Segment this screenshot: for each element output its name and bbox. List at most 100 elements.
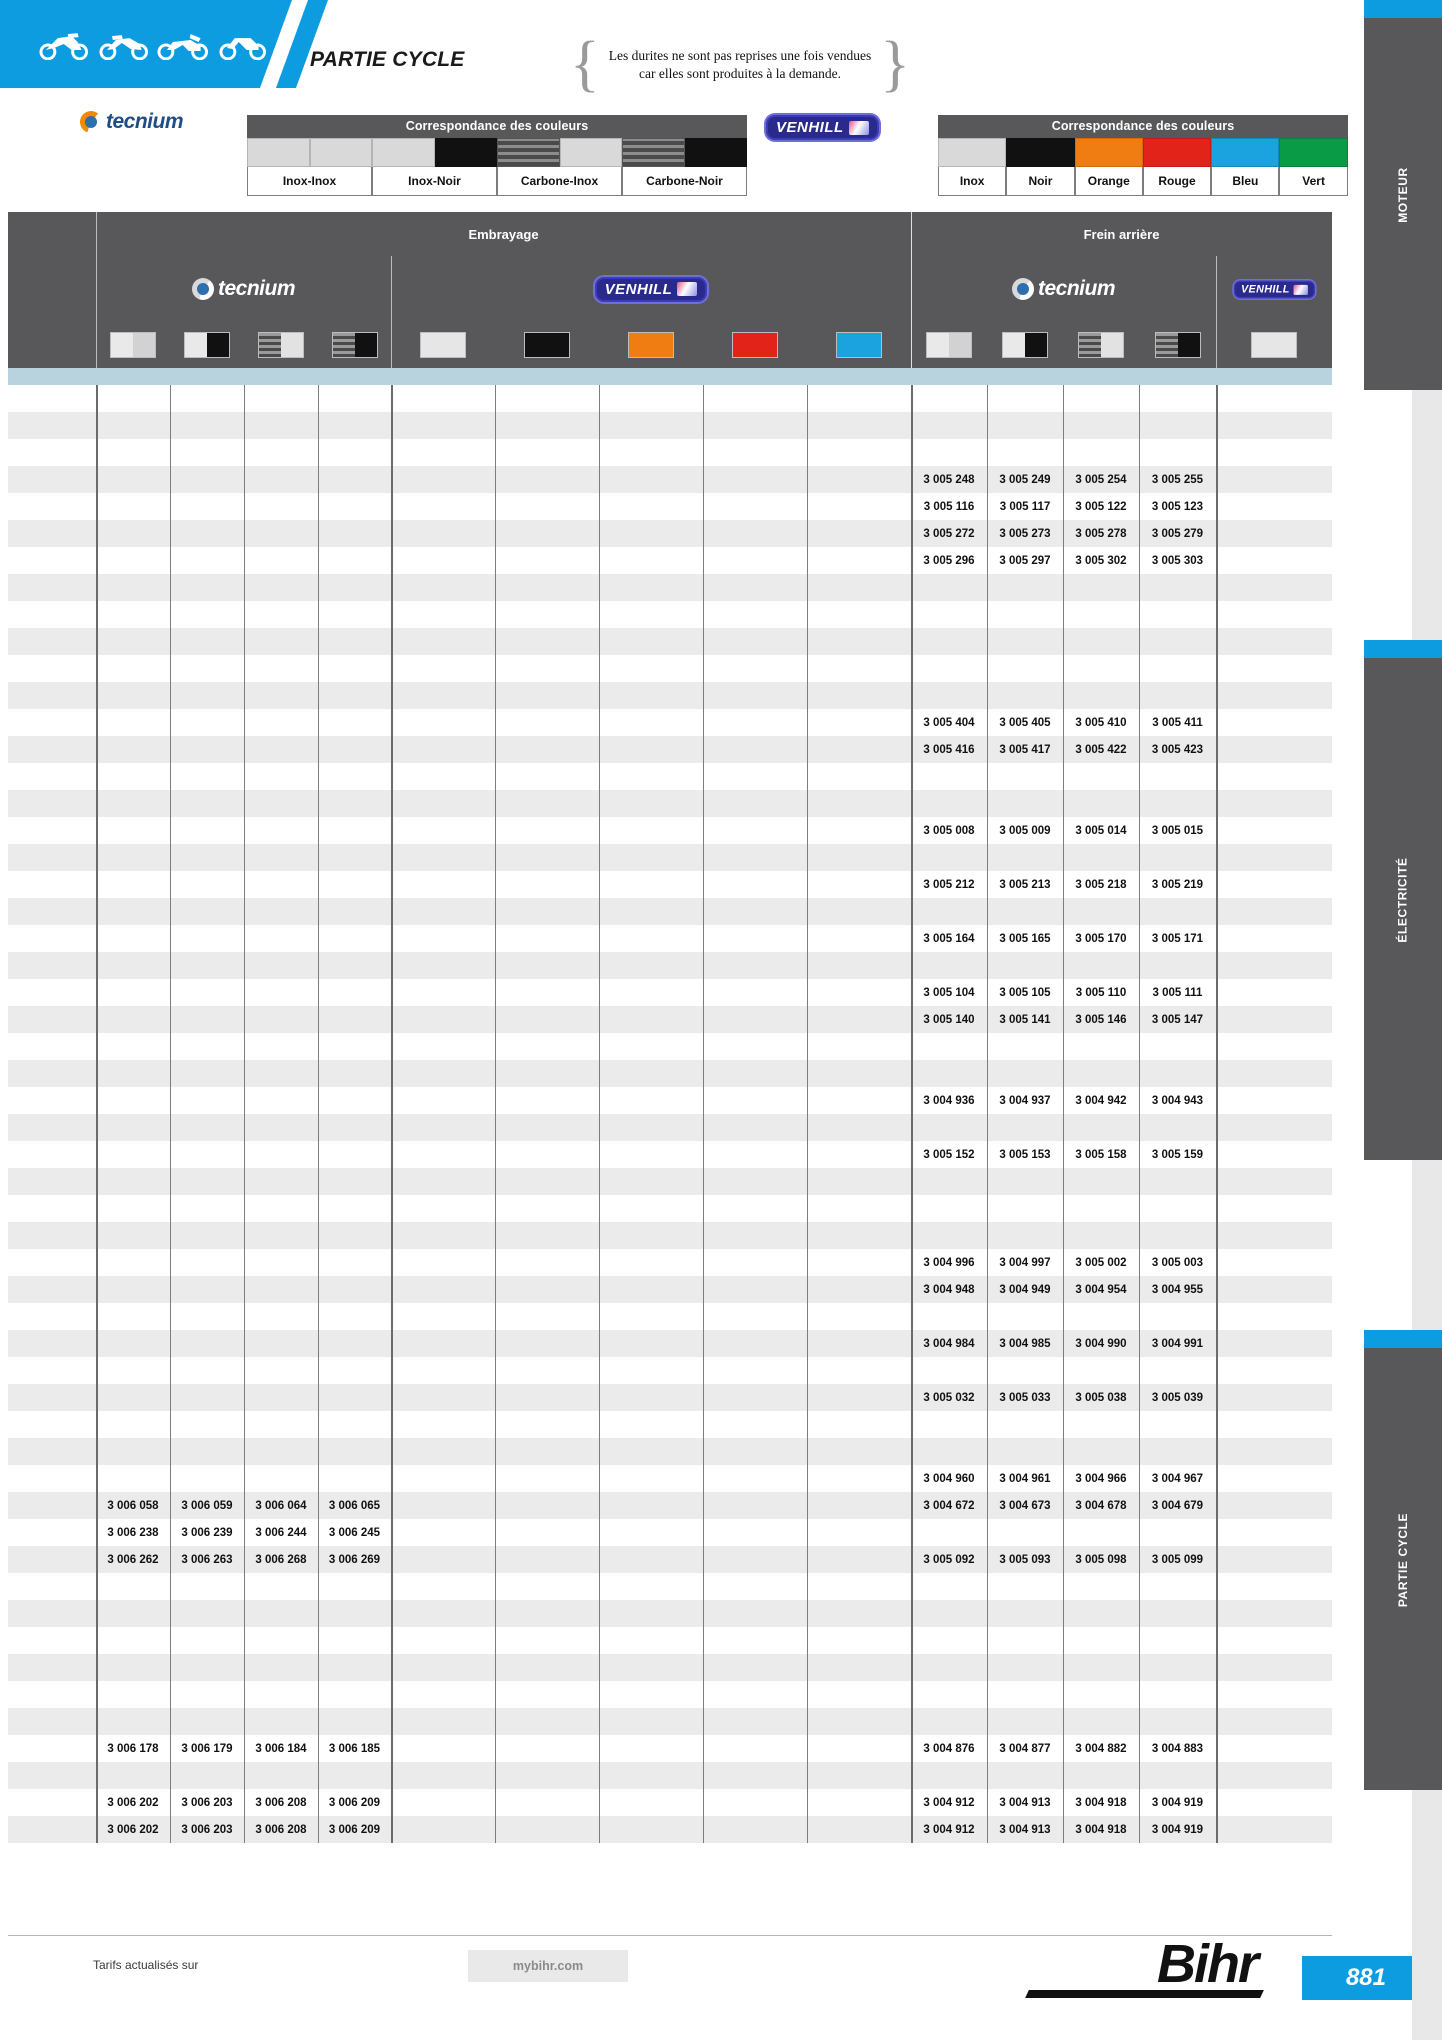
part-number-cell[interactable]: 3 005 219	[1139, 871, 1216, 898]
part-number-cell[interactable]: 3 004 912	[911, 1816, 987, 1843]
part-number-cell[interactable]: 3 005 008	[911, 817, 987, 844]
part-number-cell[interactable]: 3 005 038	[1063, 1384, 1139, 1411]
part-number-cell[interactable]: 3 004 966	[1063, 1465, 1139, 1492]
part-number-cell[interactable]: 3 005 410	[1063, 709, 1139, 736]
part-number-cell[interactable]: 3 004 912	[911, 1789, 987, 1816]
part-number-cell[interactable]: 3 004 949	[987, 1276, 1063, 1303]
part-number-cell[interactable]: 3 004 948	[911, 1276, 987, 1303]
part-number-cell[interactable]: 3 005 254	[1063, 466, 1139, 493]
part-number-cell[interactable]: 3 005 014	[1063, 817, 1139, 844]
part-number-cell[interactable]: 3 005 140	[911, 1006, 987, 1033]
part-number-cell[interactable]: 3 004 877	[987, 1735, 1063, 1762]
part-number-cell[interactable]: 3 004 943	[1139, 1087, 1216, 1114]
part-number-cell[interactable]: 3 005 416	[911, 736, 987, 763]
part-number-cell[interactable]: 3 005 117	[987, 493, 1063, 520]
part-number-cell[interactable]: 3 006 209	[318, 1789, 391, 1816]
part-number-cell[interactable]: 3 005 015	[1139, 817, 1216, 844]
part-number-cell[interactable]: 3 006 269	[318, 1546, 391, 1573]
part-number-cell[interactable]: 3 005 404	[911, 709, 987, 736]
part-number-cell[interactable]: 3 005 423	[1139, 736, 1216, 763]
part-number-cell[interactable]: 3 006 244	[244, 1519, 318, 1546]
side-tab-moteur[interactable]: MOTEUR	[1364, 0, 1442, 390]
part-number-cell[interactable]: 3 006 203	[170, 1816, 244, 1843]
part-number-cell[interactable]: 3 004 937	[987, 1087, 1063, 1114]
part-number-cell[interactable]: 3 005 272	[911, 520, 987, 547]
part-number-cell[interactable]: 3 004 942	[1063, 1087, 1139, 1114]
part-number-cell[interactable]: 3 005 152	[911, 1141, 987, 1168]
part-number-cell[interactable]: 3 005 171	[1139, 925, 1216, 952]
part-number-cell[interactable]: 3 005 158	[1063, 1141, 1139, 1168]
part-number-cell[interactable]: 3 005 146	[1063, 1006, 1139, 1033]
side-tab-electricite[interactable]: ÉLECTRICITÉ	[1364, 640, 1442, 1160]
part-number-cell[interactable]: 3 004 673	[987, 1492, 1063, 1519]
part-number-cell[interactable]: 3 005 213	[987, 871, 1063, 898]
part-number-cell[interactable]: 3 004 990	[1063, 1330, 1139, 1357]
side-tab-partie-cycle[interactable]: PARTIE CYCLE	[1364, 1330, 1442, 1790]
part-number-cell[interactable]: 3 005 297	[987, 547, 1063, 574]
part-number-cell[interactable]: 3 004 918	[1063, 1816, 1139, 1843]
part-number-cell[interactable]: 3 005 032	[911, 1384, 987, 1411]
part-number-cell[interactable]: 3 004 913	[987, 1816, 1063, 1843]
part-number-cell[interactable]: 3 005 411	[1139, 709, 1216, 736]
part-number-cell[interactable]: 3 005 003	[1139, 1249, 1216, 1276]
part-number-cell[interactable]: 3 004 955	[1139, 1276, 1216, 1303]
part-number-cell[interactable]: 3 004 961	[987, 1465, 1063, 1492]
part-number-cell[interactable]: 3 005 116	[911, 493, 987, 520]
part-number-cell[interactable]: 3 006 263	[170, 1546, 244, 1573]
part-number-cell[interactable]: 3 006 178	[96, 1735, 170, 1762]
part-number-cell[interactable]: 3 004 996	[911, 1249, 987, 1276]
part-number-cell[interactable]: 3 005 170	[1063, 925, 1139, 952]
part-number-cell[interactable]: 3 005 098	[1063, 1546, 1139, 1573]
part-number-cell[interactable]: 3 005 248	[911, 466, 987, 493]
part-number-cell[interactable]: 3 004 919	[1139, 1816, 1216, 1843]
part-number-cell[interactable]: 3 005 218	[1063, 871, 1139, 898]
part-number-cell[interactable]: 3 006 179	[170, 1735, 244, 1762]
part-number-cell[interactable]: 3 006 184	[244, 1735, 318, 1762]
part-number-cell[interactable]: 3 005 141	[987, 1006, 1063, 1033]
part-number-cell[interactable]: 3 005 405	[987, 709, 1063, 736]
part-number-cell[interactable]: 3 005 092	[911, 1546, 987, 1573]
part-number-cell[interactable]: 3 005 002	[1063, 1249, 1139, 1276]
part-number-cell[interactable]: 3 005 123	[1139, 493, 1216, 520]
part-number-cell[interactable]: 3 004 678	[1063, 1492, 1139, 1519]
part-number-cell[interactable]: 3 005 296	[911, 547, 987, 574]
part-number-cell[interactable]: 3 005 303	[1139, 547, 1216, 574]
part-number-cell[interactable]: 3 004 918	[1063, 1789, 1139, 1816]
part-number-cell[interactable]: 3 005 153	[987, 1141, 1063, 1168]
part-number-cell[interactable]: 3 005 164	[911, 925, 987, 952]
part-number-cell[interactable]: 3 005 093	[987, 1546, 1063, 1573]
part-number-cell[interactable]: 3 004 672	[911, 1492, 987, 1519]
part-number-cell[interactable]: 3 004 679	[1139, 1492, 1216, 1519]
part-number-cell[interactable]: 3 005 249	[987, 466, 1063, 493]
part-number-cell[interactable]: 3 005 110	[1063, 979, 1139, 1006]
part-number-cell[interactable]: 3 005 273	[987, 520, 1063, 547]
part-number-cell[interactable]: 3 005 159	[1139, 1141, 1216, 1168]
part-number-cell[interactable]: 3 004 883	[1139, 1735, 1216, 1762]
part-number-cell[interactable]: 3 005 105	[987, 979, 1063, 1006]
part-number-cell[interactable]: 3 006 059	[170, 1492, 244, 1519]
part-number-cell[interactable]: 3 006 185	[318, 1735, 391, 1762]
part-number-cell[interactable]: 3 006 064	[244, 1492, 318, 1519]
part-number-cell[interactable]: 3 005 147	[1139, 1006, 1216, 1033]
part-number-cell[interactable]: 3 006 208	[244, 1789, 318, 1816]
part-number-cell[interactable]: 3 006 268	[244, 1546, 318, 1573]
part-number-cell[interactable]: 3 005 033	[987, 1384, 1063, 1411]
part-number-cell[interactable]: 3 005 279	[1139, 520, 1216, 547]
part-number-cell[interactable]: 3 005 278	[1063, 520, 1139, 547]
part-number-cell[interactable]: 3 005 255	[1139, 466, 1216, 493]
part-number-cell[interactable]: 3 006 208	[244, 1816, 318, 1843]
part-number-cell[interactable]: 3 005 165	[987, 925, 1063, 952]
part-number-cell[interactable]: 3 006 239	[170, 1519, 244, 1546]
part-number-cell[interactable]: 3 005 104	[911, 979, 987, 1006]
part-number-cell[interactable]: 3 004 967	[1139, 1465, 1216, 1492]
part-number-cell[interactable]: 3 005 422	[1063, 736, 1139, 763]
part-number-cell[interactable]: 3 005 009	[987, 817, 1063, 844]
part-number-cell[interactable]: 3 006 202	[96, 1789, 170, 1816]
part-number-cell[interactable]: 3 006 065	[318, 1492, 391, 1519]
part-number-cell[interactable]: 3 006 262	[96, 1546, 170, 1573]
part-number-cell[interactable]: 3 004 919	[1139, 1789, 1216, 1816]
part-number-cell[interactable]: 3 004 954	[1063, 1276, 1139, 1303]
part-number-cell[interactable]: 3 004 991	[1139, 1330, 1216, 1357]
part-number-cell[interactable]: 3 004 876	[911, 1735, 987, 1762]
part-number-cell[interactable]: 3 004 882	[1063, 1735, 1139, 1762]
